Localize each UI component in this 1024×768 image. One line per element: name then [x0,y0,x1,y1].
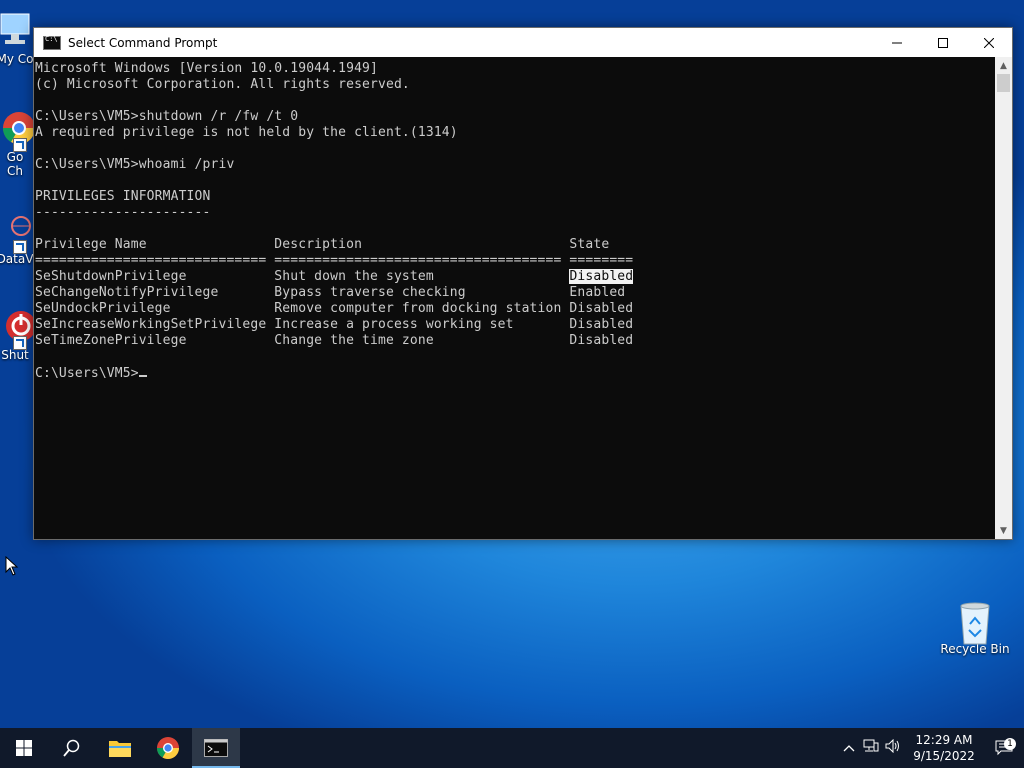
start-button[interactable] [0,728,48,768]
scroll-up-arrow-icon[interactable]: ▲ [995,57,1012,74]
desktop-icon-label: Shut [1,348,29,362]
search-button[interactable] [48,728,96,768]
minimize-button[interactable] [874,28,920,57]
desktop-icon-label: DataV [0,252,34,266]
console-line: SeShutdownPrivilege Shut down the system [35,269,570,284]
console-line: PRIVILEGES INFORMATION [35,189,211,204]
console-line: C:\Users\VM5>whoami /priv [35,157,235,172]
console-line: SeIncreaseWorkingSetPrivilege Increase a… [35,317,634,332]
taskbar-chrome[interactable] [144,728,192,768]
command-prompt-window[interactable]: Select Command Prompt Microsoft Windows … [33,27,1013,540]
console-line: ============================= ==========… [35,253,634,268]
maximize-button[interactable] [920,28,966,57]
desktop-icon-label: My Co [0,52,34,66]
network-icon[interactable] [860,739,882,757]
cmd-icon [204,739,228,757]
computer-icon [0,10,35,50]
windows-logo-icon [16,740,32,756]
recycle-bin-icon [955,600,995,645]
console-line: ---------------------- [35,205,211,220]
maximize-icon [938,37,948,48]
title-bar[interactable]: Select Command Prompt [34,28,1012,57]
vertical-scrollbar[interactable]: ▲ ▼ [995,57,1012,539]
shortcut-arrow-icon [13,336,27,350]
scroll-thumb[interactable] [997,74,1010,92]
selected-text[interactable]: Disabled [569,269,634,284]
command-prompt-line: C:\Users\VM5> [35,366,139,381]
action-center-button[interactable]: 1 [984,738,1024,756]
console-line: Microsoft Windows [Version 10.0.19044.19… [35,61,378,76]
shortcut-arrow-icon [13,138,27,152]
taskbar-file-explorer[interactable] [96,728,144,768]
close-button[interactable] [966,28,1012,57]
clock-time: 12:29 AM [915,733,973,747]
text-cursor [138,365,147,377]
power-icon [0,306,36,350]
console-line: SeTimeZonePrivilege Change the time zone… [35,333,634,348]
taskbar-clock[interactable]: 12:29 AM 9/15/2022 [904,732,984,764]
clock-date: 9/15/2022 [913,749,975,763]
chevron-up-icon[interactable] [838,741,860,756]
console-line: A required privilege is not held by the … [35,125,458,140]
desktop-icon-recycle-bin[interactable]: Recycle Bin [936,600,1014,656]
mouse-pointer-icon [5,556,19,576]
console-line: SeUndockPrivilege Remove computer from d… [35,301,634,316]
window-title: Select Command Prompt [68,35,218,50]
shortcut-arrow-icon [13,240,27,254]
console-line: C:\Users\VM5>shutdown /r /fw /t 0 [35,109,299,124]
notification-count-badge: 1 [1004,738,1016,750]
system-tray: 12:29 AM 9/15/2022 1 [838,728,1024,768]
folder-icon [109,741,131,757]
chrome-icon [157,737,179,759]
cmd-icon [43,35,61,50]
console-line: Privilege Name Description State [35,237,610,252]
console-output[interactable]: Microsoft Windows [Version 10.0.19044.19… [34,57,995,539]
volume-icon[interactable] [882,738,904,757]
console-line: (c) Microsoft Corporation. All rights re… [35,77,410,92]
minimize-icon [892,42,902,43]
taskbar-command-prompt[interactable] [192,728,240,768]
chrome-icon [0,108,36,152]
scroll-down-arrow-icon[interactable]: ▼ [995,522,1012,539]
taskbar: 12:29 AM 9/15/2022 1 [0,728,1024,768]
app-icon [0,210,35,254]
console-line: SeChangeNotifyPrivilege Bypass traverse … [35,285,626,300]
close-icon [984,37,994,48]
search-icon [63,739,80,757]
